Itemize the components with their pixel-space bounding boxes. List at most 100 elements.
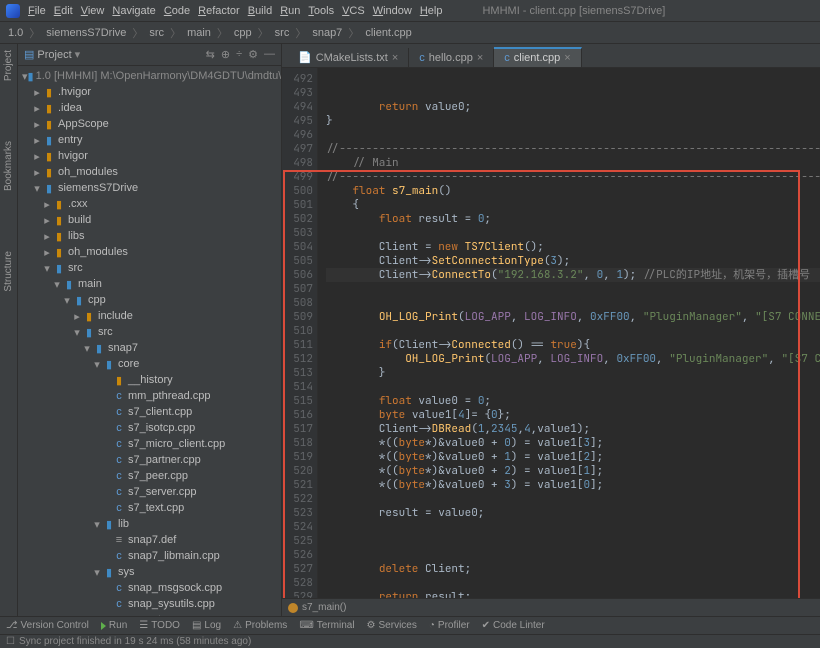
tree-row[interactable]: ▸▮hvigor (18, 148, 281, 164)
breadcrumb-item[interactable]: cpp (234, 27, 252, 39)
stripe-structure[interactable]: Structure (3, 251, 14, 292)
project-header-icon[interactable]: ÷ (236, 48, 242, 61)
tree-row[interactable]: ▾▮main (18, 276, 281, 292)
tree-row[interactable]: cs7_server.cpp (18, 484, 281, 500)
tree-row[interactable]: ▸▮libs (18, 228, 281, 244)
bottom-tool-strip[interactable]: ⎇Version Control Run ☰TODO ▤Log ⚠Problems ⌨Te… (0, 616, 820, 634)
toolstrip-todo[interactable]: ☰TODO (139, 620, 180, 631)
tree-row[interactable]: cs7_micro_client.cpp (18, 436, 281, 452)
toolstrip-code-linter[interactable]: ✔Code Linter (482, 620, 545, 631)
breadcrumb-item[interactable]: main (187, 27, 211, 39)
status-bar: ☐ Sync project finished in 19 s 24 ms (5… (0, 634, 820, 648)
tree-row[interactable]: csnap_tcpsrvr.cpp (18, 612, 281, 616)
tree-row[interactable]: cmm_pthread.cpp (18, 388, 281, 404)
stripe-project[interactable]: Project (3, 50, 14, 81)
close-icon[interactable]: × (477, 52, 483, 64)
tree-row[interactable]: ▾▮cpp (18, 292, 281, 308)
line-number-gutter: 4924934944954964974984995005015025035045… (282, 68, 318, 598)
menu-refactor[interactable]: Refactor (198, 5, 240, 17)
tree-row[interactable]: ▾▮1.0 [HMHMI] M:\OpenHarmony\DM4GDTU\dmd… (18, 68, 281, 84)
tree-row[interactable]: ▸▮.hvigor (18, 84, 281, 100)
title-bar: File Edit View Navigate Code Refactor Build Run… (0, 0, 820, 22)
window-title: HMHMI - client.cpp [siemensS7Drive] (482, 5, 665, 17)
editor-breadcrumb[interactable]: s7_main() (282, 598, 820, 616)
tree-row[interactable]: ▾▮src (18, 324, 281, 340)
project-header-icon[interactable]: ⊕ (221, 48, 230, 61)
breadcrumb[interactable]: 1.0〉siemensS7Drive〉src〉main〉cpp〉src〉snap… (0, 22, 820, 44)
menu-run[interactable]: Run (280, 5, 300, 17)
tree-row[interactable]: ▸▮AppScope (18, 116, 281, 132)
tree-row[interactable]: ▾▮core (18, 356, 281, 372)
close-icon[interactable]: × (392, 52, 398, 64)
editor-tab[interactable]: chello.cpp× (409, 49, 494, 67)
tree-row[interactable]: ≡snap7.def (18, 532, 281, 548)
project-header-icon[interactable]: — (264, 48, 275, 61)
tree-row[interactable]: ▾▮snap7 (18, 340, 281, 356)
breadcrumb-item[interactable]: snap7 (312, 27, 342, 39)
project-tree[interactable]: ▾▮1.0 [HMHMI] M:\OpenHarmony\DM4GDTU\dmd… (18, 66, 281, 616)
tree-row[interactable]: ▾▮src (18, 260, 281, 276)
tree-row[interactable]: cs7_isotcp.cpp (18, 420, 281, 436)
toolstrip-profiler[interactable]: ◔Profiler (429, 620, 470, 631)
menu-tools[interactable]: Tools (308, 5, 334, 17)
breadcrumb-item[interactable]: client.cpp (365, 27, 411, 39)
menu-navigate[interactable]: Navigate (112, 5, 155, 17)
tree-row[interactable]: ▸▮include (18, 308, 281, 324)
tree-row[interactable]: ▮__history (18, 372, 281, 388)
editor-tab[interactable]: 📄CMakeLists.txt× (288, 48, 409, 67)
tree-row[interactable]: csnap_msgsock.cpp (18, 580, 281, 596)
toolstrip-terminal[interactable]: ⌨Terminal (299, 620, 354, 631)
stripe-bookmarks[interactable]: Bookmarks (3, 141, 14, 191)
editor-breadcrumb-label: s7_main() (302, 602, 346, 613)
menu-file[interactable]: File (28, 5, 46, 17)
tree-row[interactable]: cs7_client.cpp (18, 404, 281, 420)
tree-row[interactable]: ▸▮entry (18, 132, 281, 148)
breadcrumb-item[interactable]: src (275, 27, 290, 39)
tree-row[interactable]: ▾▮lib (18, 516, 281, 532)
tree-row[interactable]: ▸▮oh_modules (18, 244, 281, 260)
editor-tabs[interactable]: 📄CMakeLists.txt×chello.cpp×cclient.cpp× (282, 44, 820, 68)
menu-window[interactable]: Window (373, 5, 412, 17)
tree-row[interactable]: ▸▮oh_modules (18, 164, 281, 180)
tree-row[interactable]: ▸▮.cxx (18, 196, 281, 212)
status-text: Sync project finished in 19 s 24 ms (58 … (19, 636, 251, 647)
breadcrumb-item[interactable]: src (149, 27, 164, 39)
menu-view[interactable]: View (81, 5, 105, 17)
toolstrip-services[interactable]: ⚙Services (367, 620, 417, 631)
project-header-icon[interactable]: ⚙ (248, 48, 258, 61)
tree-row[interactable]: csnap7_libmain.cpp (18, 548, 281, 564)
project-view-combo[interactable]: ▤ Project ▾ (24, 48, 80, 61)
close-icon[interactable]: × (564, 52, 570, 64)
editor-tab[interactable]: cclient.cpp× (494, 47, 581, 67)
tree-row[interactable]: cs7_peer.cpp (18, 468, 281, 484)
menu-help[interactable]: Help (420, 5, 443, 17)
tree-row[interactable]: ▾▮sys (18, 564, 281, 580)
toolstrip-version-control[interactable]: ⎇Version Control (6, 620, 89, 631)
breadcrumb-item[interactable]: 1.0 (8, 27, 23, 39)
file-icon: 📄 (298, 51, 312, 64)
file-icon: c (419, 52, 425, 64)
main-menu[interactable]: File Edit View Navigate Code Refactor Build Run… (28, 5, 442, 17)
tool-window-stripe-left[interactable]: Project Bookmarks Structure (0, 44, 18, 616)
menu-vcs[interactable]: VCS (342, 5, 365, 17)
tree-row[interactable]: cs7_text.cpp (18, 500, 281, 516)
project-header: ▤ Project ▾ ⇆ ⊕ ÷ ⚙ — (18, 44, 281, 66)
tree-row[interactable]: cs7_partner.cpp (18, 452, 281, 468)
menu-build[interactable]: Build (248, 5, 272, 17)
menu-edit[interactable]: Edit (54, 5, 73, 17)
app-logo (6, 4, 20, 18)
tree-row[interactable]: ▸▮build (18, 212, 281, 228)
tree-row[interactable]: csnap_sysutils.cpp (18, 596, 281, 612)
project-header-icon[interactable]: ⇆ (206, 48, 215, 61)
toolstrip-run[interactable]: Run (101, 620, 127, 631)
tree-row[interactable]: ▸▮.idea (18, 100, 281, 116)
code-area[interactable]: 4924934944954964974984995005015025035045… (282, 68, 820, 598)
tree-row[interactable]: ▾▮siemensS7Drive (18, 180, 281, 196)
toolstrip-problems[interactable]: ⚠Problems (233, 620, 287, 631)
project-tool-window: ▤ Project ▾ ⇆ ⊕ ÷ ⚙ — ▾▮1.0 [HMHMI] M:\OpenH… (18, 44, 282, 616)
menu-code[interactable]: Code (164, 5, 190, 17)
toolstrip-log[interactable]: ▤Log (192, 620, 221, 631)
code-text[interactable]: return value0;} //----------------------… (318, 68, 820, 598)
breadcrumb-item[interactable]: siemensS7Drive (46, 27, 126, 39)
editor: 📄CMakeLists.txt×chello.cpp×cclient.cpp× … (282, 44, 820, 616)
